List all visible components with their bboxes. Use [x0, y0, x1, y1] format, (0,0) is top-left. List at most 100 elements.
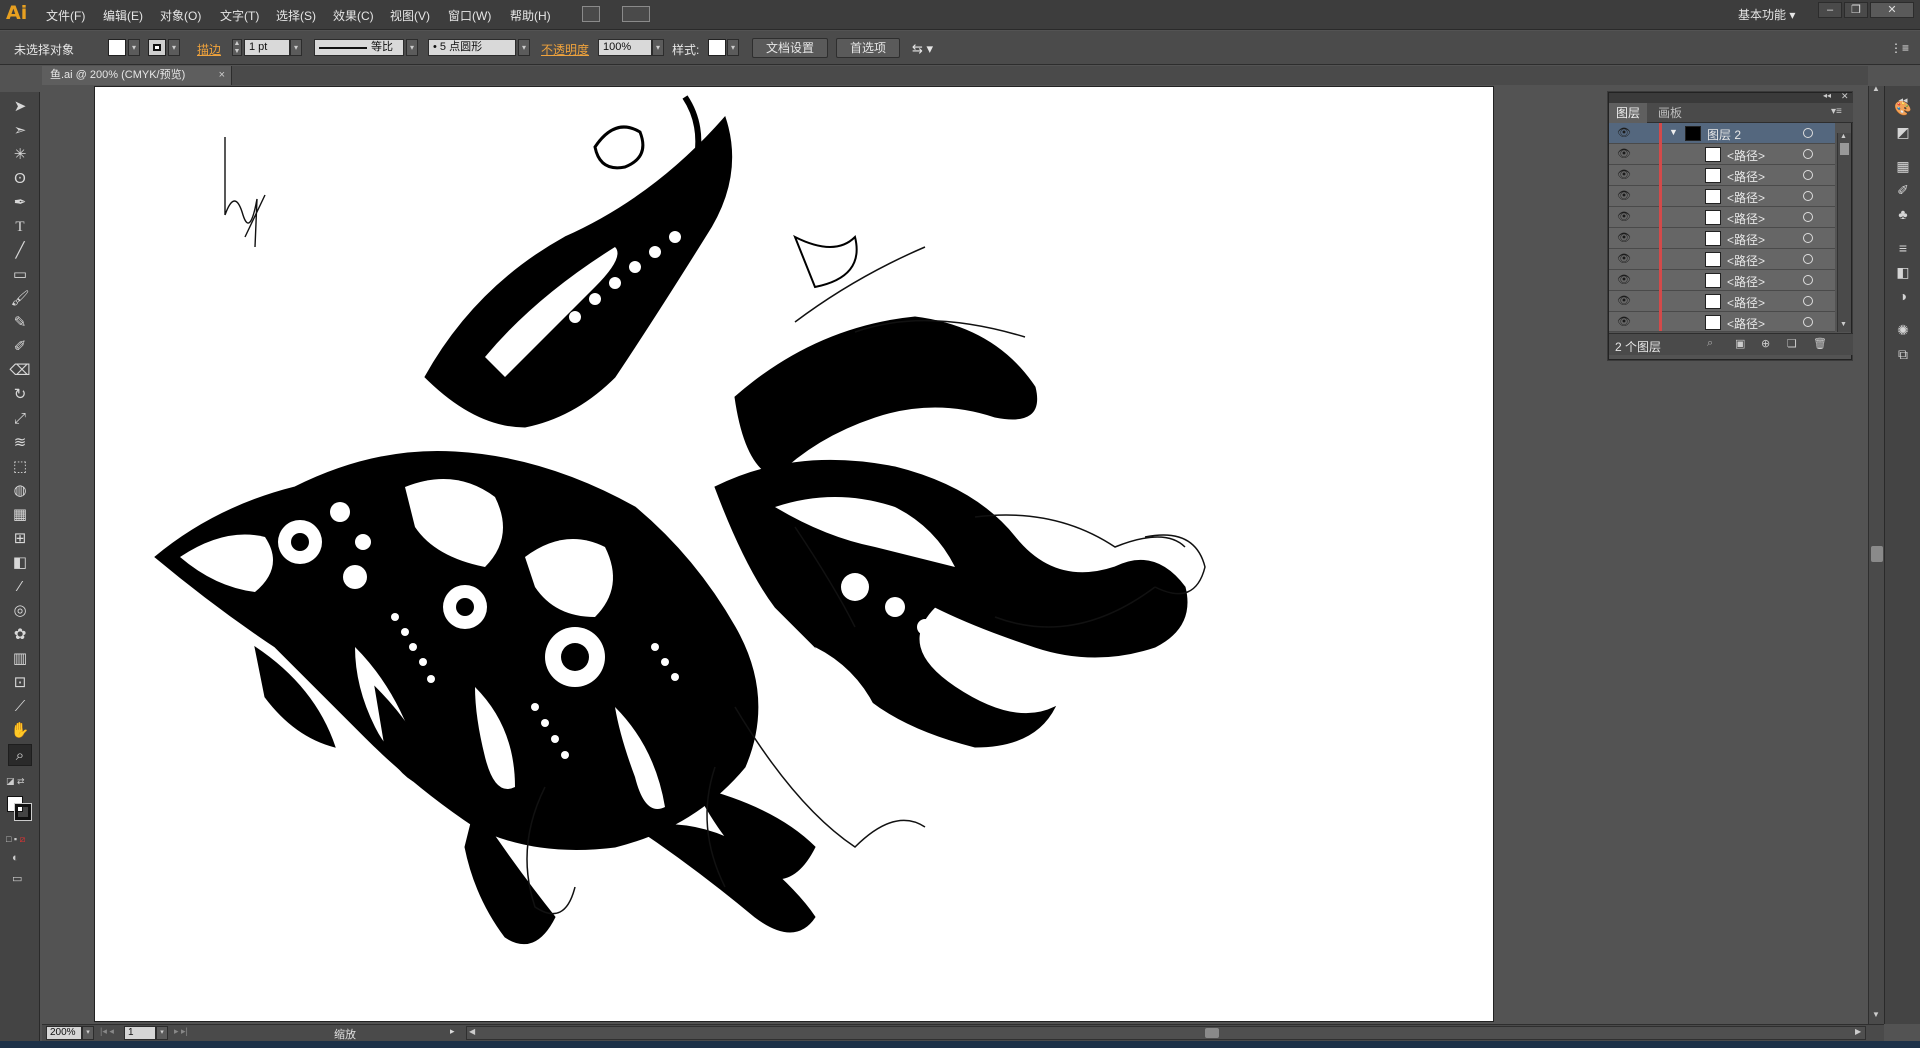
scroll-up-icon[interactable]: ▲ [1840, 133, 1847, 140]
menu-help[interactable]: 帮助(H) [510, 7, 551, 24]
scroll-down-icon[interactable]: ▼ [1872, 1010, 1880, 1019]
shape-builder-tool-icon[interactable]: ◍ [8, 480, 32, 502]
new-sublayer-icon[interactable]: ⊕ [1761, 337, 1770, 350]
fish-artwork[interactable] [95, 87, 1494, 1022]
pencil-tool-icon[interactable]: ✎ [8, 312, 32, 334]
visibility-eye-icon[interactable]: 👁 [1617, 232, 1631, 244]
path-name[interactable]: <路径> [1727, 273, 1765, 290]
graphic-styles-icon[interactable]: ⧉ [1893, 344, 1913, 364]
hand-tool-icon[interactable]: ✋ [8, 720, 32, 742]
rotate-tool-icon[interactable]: ↻ [8, 384, 32, 406]
layer-name[interactable]: 图层 2 [1707, 126, 1741, 143]
paintbrush-tool-icon[interactable]: 🖌 [8, 288, 32, 310]
menu-object[interactable]: 对象(O) [160, 7, 201, 24]
zoom-level-field[interactable]: 200% [46, 1026, 82, 1040]
layers-panel-header[interactable]: ◂◂ ✕ [1609, 91, 1853, 103]
first-artboard-icon[interactable]: |◂ ◂ [100, 1026, 114, 1037]
panel-collapse-icon[interactable]: ◂◂ [1823, 91, 1831, 100]
bridge-icon[interactable] [582, 6, 600, 22]
blend-tool-icon[interactable]: ◎ [8, 600, 32, 622]
color-mode-icons[interactable]: □ ▪ ⧄ [6, 834, 25, 845]
opacity-field[interactable]: 100% [598, 39, 652, 56]
menu-window[interactable]: 窗口(W) [448, 7, 491, 24]
opacity-link[interactable]: 不透明度 [541, 41, 589, 58]
mesh-tool-icon[interactable]: ⊞ [8, 528, 32, 550]
rectangle-tool-icon[interactable]: ▭ [8, 264, 32, 286]
selection-tool-icon[interactable]: ➤ [8, 96, 32, 118]
style-dropdown[interactable]: ▾ [727, 39, 739, 56]
appearance-icon[interactable]: ✺ [1893, 320, 1913, 340]
vertical-scrollbar[interactable]: ▲ ▼ [1868, 84, 1884, 1024]
visibility-eye-icon[interactable]: 👁 [1617, 127, 1631, 139]
eraser-tool-icon[interactable]: ⌫ [8, 360, 32, 382]
blob-brush-tool-icon[interactable]: ✐ [8, 336, 32, 358]
restore-button[interactable]: ❐ [1844, 2, 1868, 18]
style-swatch[interactable] [708, 39, 726, 56]
layer-row-path[interactable]: 👁 <路径> [1609, 249, 1835, 270]
opacity-dropdown[interactable]: ▾ [652, 39, 664, 56]
draw-mode-icon[interactable]: ◐ [12, 852, 19, 864]
path-name[interactable]: <路径> [1727, 231, 1765, 248]
swatches-icon[interactable]: ▦ [1893, 156, 1913, 176]
gradient-tool-icon[interactable]: ◧ [8, 552, 32, 574]
stroke-panel-icon[interactable]: ≡ [1893, 238, 1913, 258]
brush-dropdown[interactable]: ▾ [518, 39, 530, 56]
eyedropper-tool-icon[interactable]: ⁄ [8, 576, 32, 598]
scale-tool-icon[interactable]: ⤢ [8, 408, 32, 430]
scroll-down-icon[interactable]: ▼ [1840, 321, 1847, 328]
delete-layer-icon[interactable]: 🗑 [1813, 337, 1827, 350]
menu-type[interactable]: 文字(T) [220, 7, 259, 24]
pen-tool-icon[interactable]: ✒ [8, 192, 32, 214]
target-circle-icon[interactable] [1803, 212, 1813, 222]
horizontal-scroll-thumb[interactable] [1205, 1028, 1219, 1038]
path-name[interactable]: <路径> [1727, 210, 1765, 227]
menu-edit[interactable]: 编辑(E) [103, 7, 143, 24]
menu-file[interactable]: 文件(F) [46, 7, 85, 24]
vertical-scroll-thumb[interactable] [1871, 546, 1883, 562]
tab-layers[interactable]: 图层 [1609, 103, 1648, 123]
tab-artboards[interactable]: 画板 [1651, 103, 1689, 123]
target-circle-icon[interactable] [1803, 149, 1813, 159]
workspace-switcher[interactable]: 基本功能 ▾ [1738, 6, 1795, 23]
scroll-right-icon[interactable]: ▶ [1855, 1027, 1861, 1036]
symbols-icon[interactable]: ♣ [1893, 204, 1913, 224]
artboard-number-field[interactable]: 1 [124, 1026, 156, 1040]
symbol-sprayer-tool-icon[interactable]: ✿ [8, 624, 32, 646]
minimize-button[interactable]: – [1818, 2, 1842, 18]
visibility-eye-icon[interactable]: 👁 [1617, 169, 1631, 181]
fill-swatch[interactable] [108, 39, 126, 56]
stroke-weight-field[interactable]: 1 pt [244, 39, 290, 56]
brushes-icon[interactable]: ✐ [1893, 180, 1913, 200]
layer-row-path[interactable]: 👁 <路径> [1609, 228, 1835, 249]
align-icon[interactable]: ⇆ ▾ [912, 41, 933, 57]
path-name[interactable]: <路径> [1727, 294, 1765, 311]
stroke-link[interactable]: 描边 [197, 41, 221, 58]
layer-row-path[interactable]: 👁 <路径> [1609, 312, 1835, 332]
free-transform-tool-icon[interactable]: ⬚ [8, 456, 32, 478]
menu-select[interactable]: 选择(S) [276, 7, 316, 24]
document-tab[interactable]: 鱼.ai @ 200% (CMYK/预览) × [42, 66, 232, 85]
target-circle-icon[interactable] [1803, 317, 1813, 327]
layer-row-path[interactable]: 👁 <路径> [1609, 186, 1835, 207]
path-name[interactable]: <路径> [1727, 189, 1765, 206]
color-guide-icon[interactable]: ◩ [1893, 122, 1913, 142]
arrange-documents-icon[interactable] [622, 6, 650, 22]
target-circle-icon[interactable] [1803, 296, 1813, 306]
visibility-eye-icon[interactable]: 👁 [1617, 190, 1631, 202]
artboard-tool-icon[interactable]: ⊡ [8, 672, 32, 694]
path-name[interactable]: <路径> [1727, 315, 1765, 331]
pasteboard[interactable] [42, 86, 1868, 1024]
stroke-weight-stepper[interactable]: ▲ ▼ [232, 39, 242, 56]
layer-row-path[interactable]: 👁 <路径> [1609, 165, 1835, 186]
horizontal-scrollbar[interactable]: ◀ ▶ [466, 1026, 1866, 1040]
target-circle-icon[interactable] [1803, 128, 1813, 138]
menu-effect[interactable]: 效果(C) [333, 7, 374, 24]
stroke-swatch[interactable] [148, 39, 166, 56]
warp-tool-icon[interactable]: ≋ [8, 432, 32, 454]
profile-dropdown[interactable]: ▾ [406, 39, 418, 56]
lasso-tool-icon[interactable]: ʘ [8, 168, 32, 190]
layer-row-parent[interactable]: 👁 ▼ 图层 2 [1609, 123, 1835, 144]
close-tab-icon[interactable]: × [219, 66, 225, 85]
visibility-eye-icon[interactable]: 👁 [1617, 274, 1631, 286]
panel-close-icon[interactable]: ✕ [1841, 91, 1849, 102]
